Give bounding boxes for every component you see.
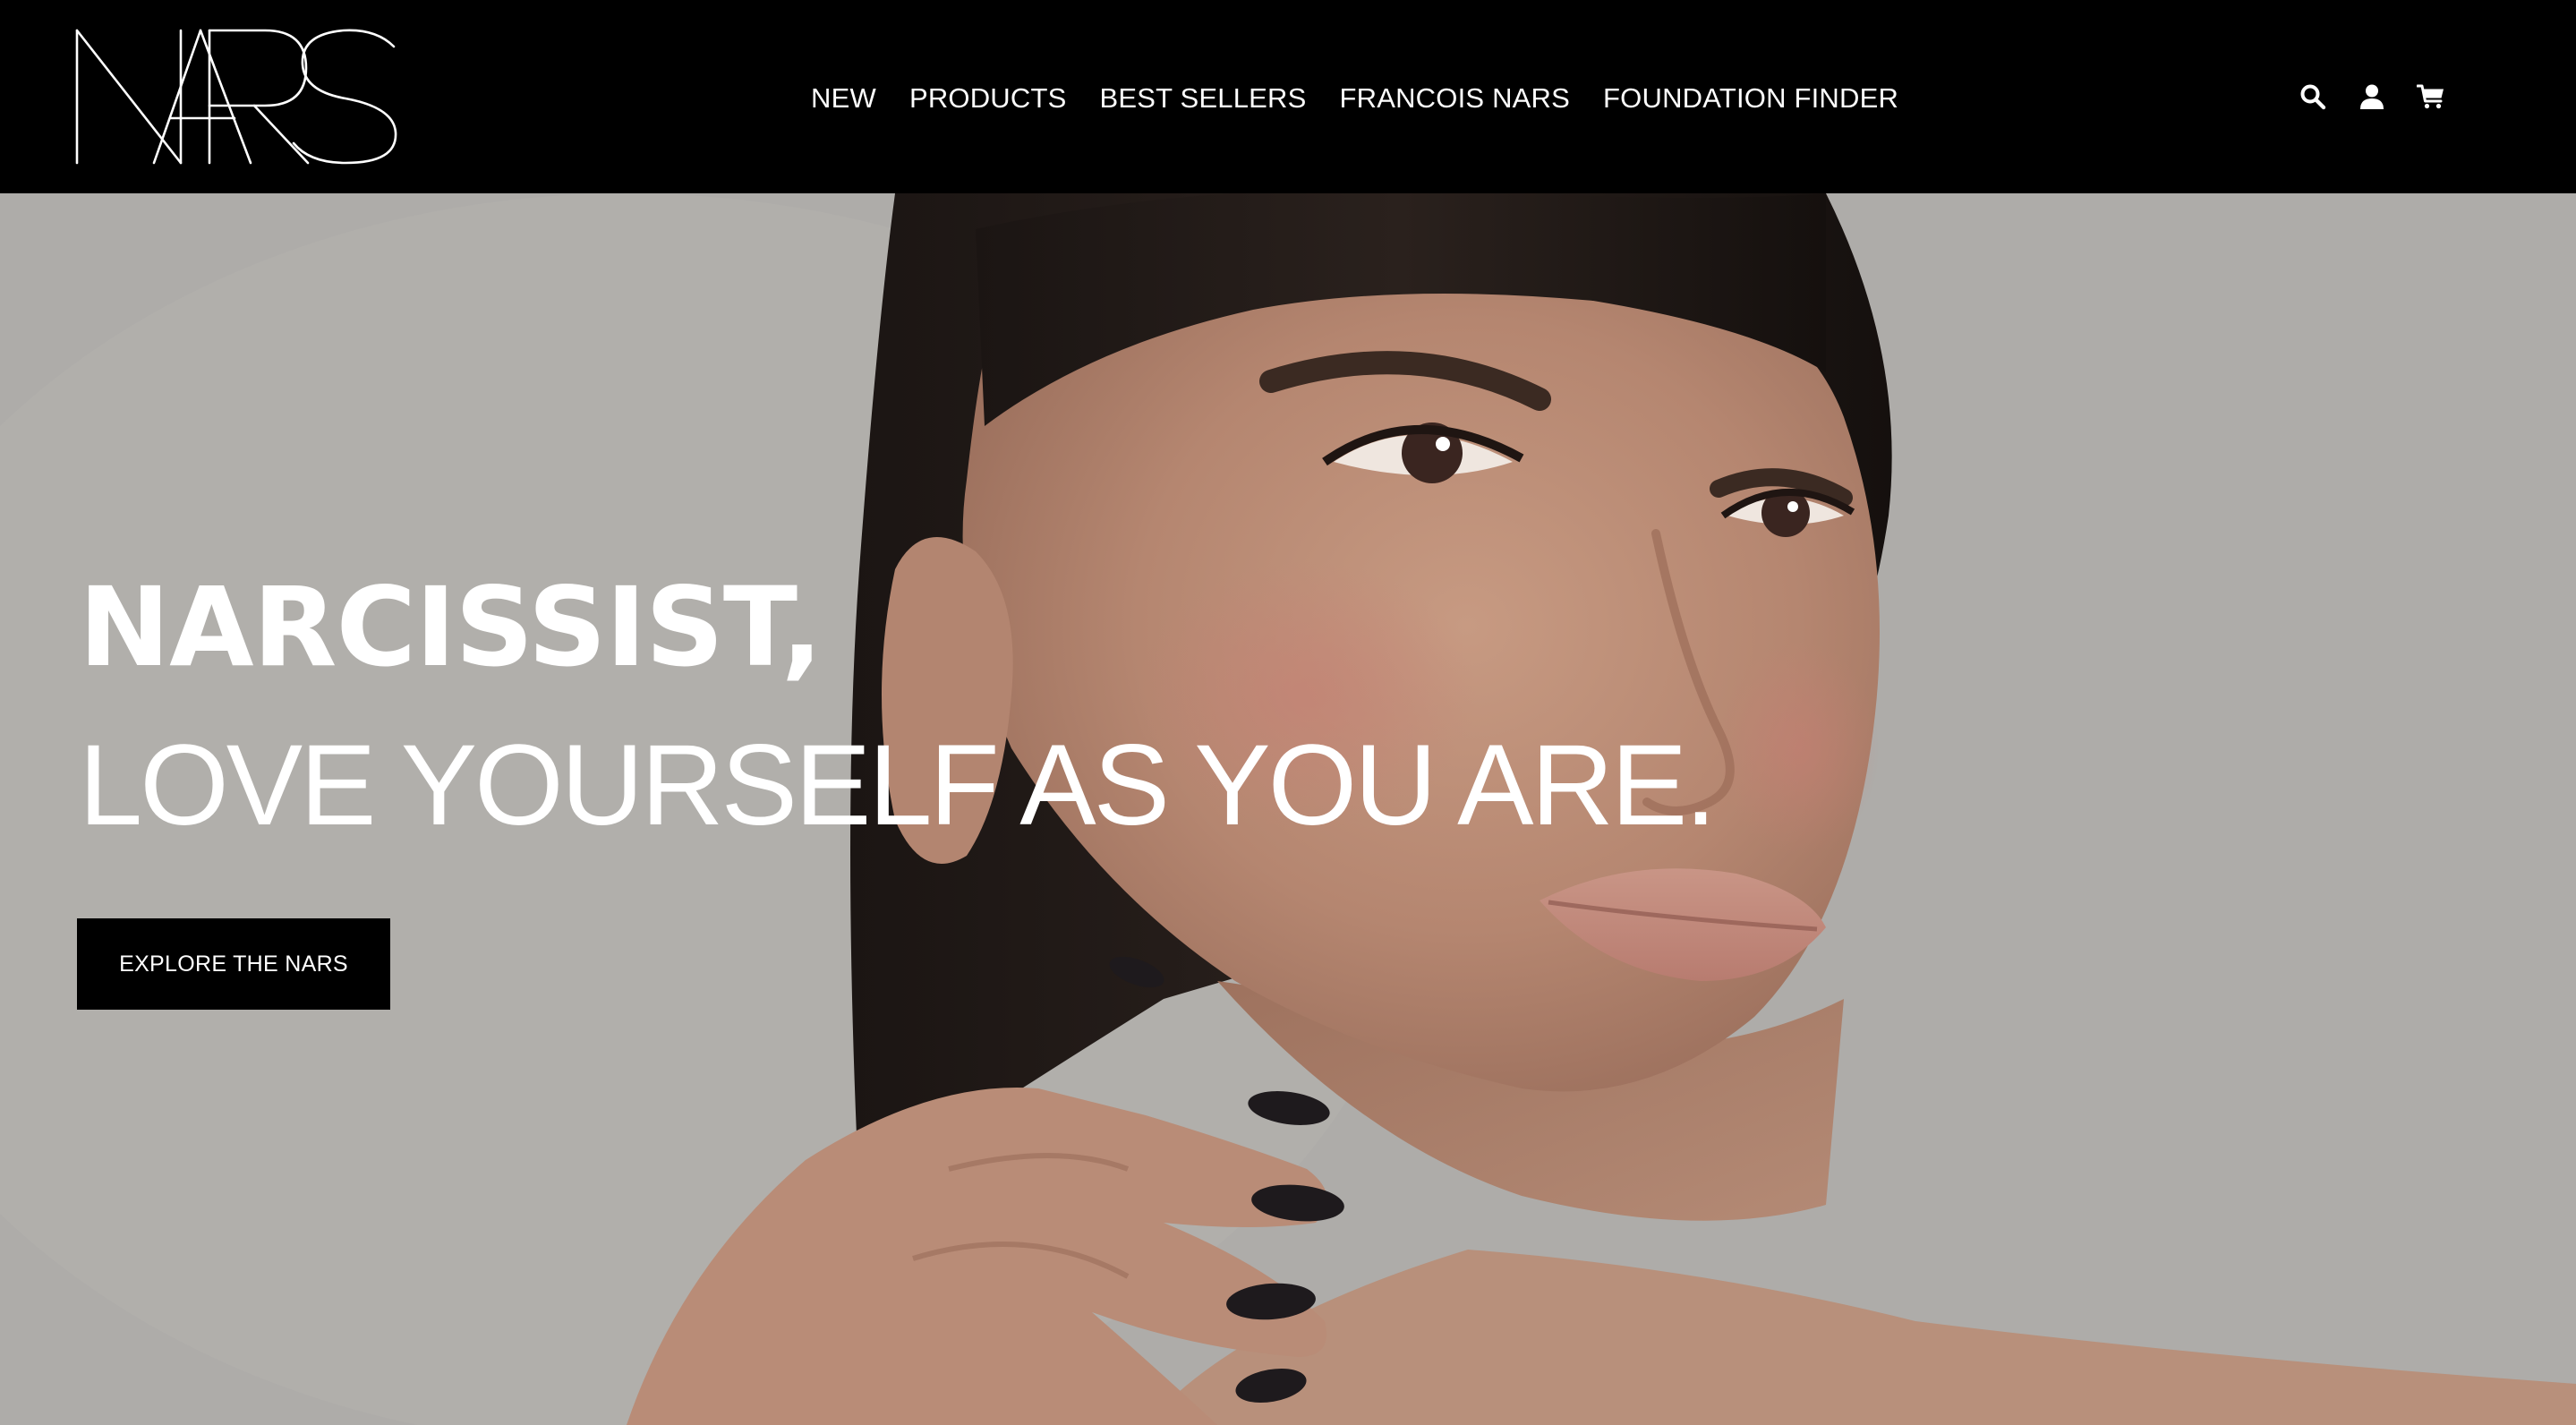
cart-button[interactable] [2415, 79, 2447, 115]
account-icon [2360, 84, 2384, 109]
account-button[interactable] [2356, 79, 2388, 115]
hero-copy: NARCISSIST, LOVE YOURSELF AS YOU ARE. [79, 564, 1717, 849]
nav-item-best-sellers[interactable]: BEST SELLERS [1100, 77, 1307, 120]
nav-item-francois-nars[interactable]: FRANCOIS NARS [1340, 77, 1571, 120]
explore-the-nars-button[interactable]: EXPLORE THE NARS [77, 918, 390, 1010]
hero-headline: NARCISSIST, [79, 564, 823, 691]
hero-subheadline: LOVE YOURSELF AS YOU ARE. [79, 721, 1717, 849]
main-nav: NEW PRODUCTS BEST SELLERS FRANCOIS NARS … [811, 77, 1898, 120]
search-icon [2300, 84, 2326, 110]
nav-item-new[interactable]: NEW [811, 77, 876, 120]
nars-logo-mark [75, 29, 397, 165]
hero-banner: NARCISSIST, LOVE YOURSELF AS YOU ARE. [0, 193, 2576, 1425]
utility-nav [2297, 79, 2447, 115]
search-button[interactable] [2297, 79, 2329, 115]
nav-item-products[interactable]: PRODUCTS [909, 77, 1067, 120]
cart-icon [2417, 84, 2444, 109]
brand-logo[interactable] [75, 27, 401, 165]
site-header: NEW PRODUCTS BEST SELLERS FRANCOIS NARS … [0, 0, 2576, 193]
nav-item-foundation-finder[interactable]: FOUNDATION FINDER [1603, 77, 1898, 120]
